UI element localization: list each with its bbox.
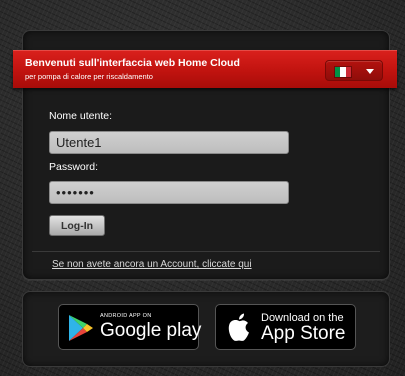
google-play-badge[interactable]: ANDROID APP ON Google play [58,304,202,350]
login-button[interactable]: Log-In [49,215,105,236]
language-selector[interactable] [325,60,383,81]
google-play-big-text: Google play [100,320,202,341]
username-label: Nome utente: [49,110,113,122]
banner-subtitle: per pompa di calore per riscaldamento [25,72,153,81]
apple-icon [228,313,249,341]
italy-flag-icon [334,66,352,78]
register-link[interactable]: Se non avete ancora un Account, cliccate… [52,259,252,270]
app-store-badge[interactable]: Download on the App Store [215,304,356,350]
chevron-down-icon [366,69,374,74]
google-play-small-text: ANDROID APP ON [100,313,152,319]
google-play-icon [69,315,93,341]
username-input[interactable] [49,131,289,154]
divider [32,251,380,252]
banner-title: Benvenuti sull'interfaccia web Home Clou… [25,57,240,69]
password-label: Password: [49,161,99,173]
password-input[interactable] [49,181,289,204]
welcome-banner: Benvenuti sull'interfaccia web Home Clou… [13,50,397,88]
app-store-big-text: App Store [261,323,346,344]
